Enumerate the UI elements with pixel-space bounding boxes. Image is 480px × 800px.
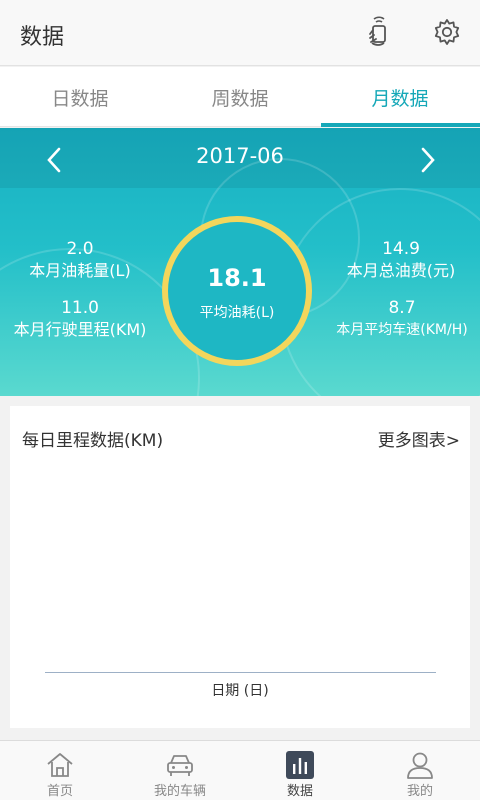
nav-label: 首页 bbox=[46, 784, 73, 799]
bar-chart-icon bbox=[284, 749, 316, 781]
stat-value: 2.0 bbox=[66, 239, 94, 259]
tab-day[interactable]: 日数据 bbox=[0, 67, 160, 127]
nav-label: 数据 bbox=[286, 784, 313, 799]
avg-fuel-ring: 18.1 平均油耗(L) bbox=[162, 216, 312, 366]
tab-week[interactable]: 周数据 bbox=[160, 67, 320, 127]
prev-month-button[interactable] bbox=[34, 140, 74, 180]
nav-me[interactable]: 我的 bbox=[360, 741, 480, 800]
app-header: 数据 bbox=[0, 0, 480, 66]
nav-label: 我的 bbox=[406, 784, 433, 799]
home-icon bbox=[44, 749, 76, 781]
monthly-summary-panel: 2017-06 2.0 本月油耗量(L) 11.0 本月行驶里程(KM) 18.… bbox=[0, 128, 480, 396]
next-month-button[interactable] bbox=[408, 140, 448, 180]
stat-avg-speed: 8.7 本月平均车速(KM/H) bbox=[328, 297, 476, 341]
stat-total-fuel-cost: 14.9 本月总油费(元) bbox=[336, 238, 466, 282]
x-axis-label: 日期 (日) bbox=[211, 683, 269, 699]
car-icon bbox=[164, 749, 196, 781]
x-axis-line bbox=[45, 672, 436, 673]
nav-data[interactable]: 数据 bbox=[240, 741, 360, 800]
stat-fuel-consumption: 2.0 本月油耗量(L) bbox=[20, 238, 140, 282]
stat-value: 8.7 bbox=[388, 298, 416, 318]
chart-title: 每日里程数据(KM) bbox=[22, 431, 164, 451]
gear-icon[interactable] bbox=[430, 14, 464, 50]
nav-label: 我的车辆 bbox=[153, 784, 206, 799]
period-tabs: 日数据 周数据 月数据 bbox=[0, 67, 480, 127]
nav-my-vehicles[interactable]: 我的车辆 bbox=[120, 741, 240, 800]
chevron-left-icon bbox=[47, 147, 61, 173]
stat-label: 本月平均车速(KM/H) bbox=[336, 322, 468, 338]
current-month: 2017-06 bbox=[196, 144, 284, 168]
chevron-right-icon bbox=[421, 147, 435, 173]
stat-value: 11.0 bbox=[61, 298, 99, 318]
bottom-nav: 首页 我的车辆 数据 我的 bbox=[0, 740, 480, 800]
avg-fuel-label: 平均油耗(L) bbox=[199, 305, 275, 321]
avg-fuel-value: 18.1 bbox=[207, 264, 267, 292]
stat-label: 本月总油费(元) bbox=[346, 261, 456, 280]
page-title: 数据 bbox=[20, 25, 65, 50]
stat-label: 本月行驶里程(KM) bbox=[13, 320, 147, 339]
daily-mileage-card: 每日里程数据(KM) 更多图表> 日期 (日) bbox=[10, 406, 470, 728]
stat-label: 本月油耗量(L) bbox=[29, 261, 131, 280]
stat-mileage: 11.0 本月行驶里程(KM) bbox=[4, 297, 156, 341]
tab-month[interactable]: 月数据 bbox=[320, 67, 480, 127]
nav-home[interactable]: 首页 bbox=[0, 741, 120, 800]
phone-hand-icon[interactable] bbox=[362, 14, 396, 50]
stat-value: 14.9 bbox=[382, 239, 420, 259]
person-icon bbox=[404, 749, 436, 781]
more-charts-link[interactable]: 更多图表> bbox=[378, 426, 460, 451]
active-tab-indicator bbox=[321, 123, 480, 127]
